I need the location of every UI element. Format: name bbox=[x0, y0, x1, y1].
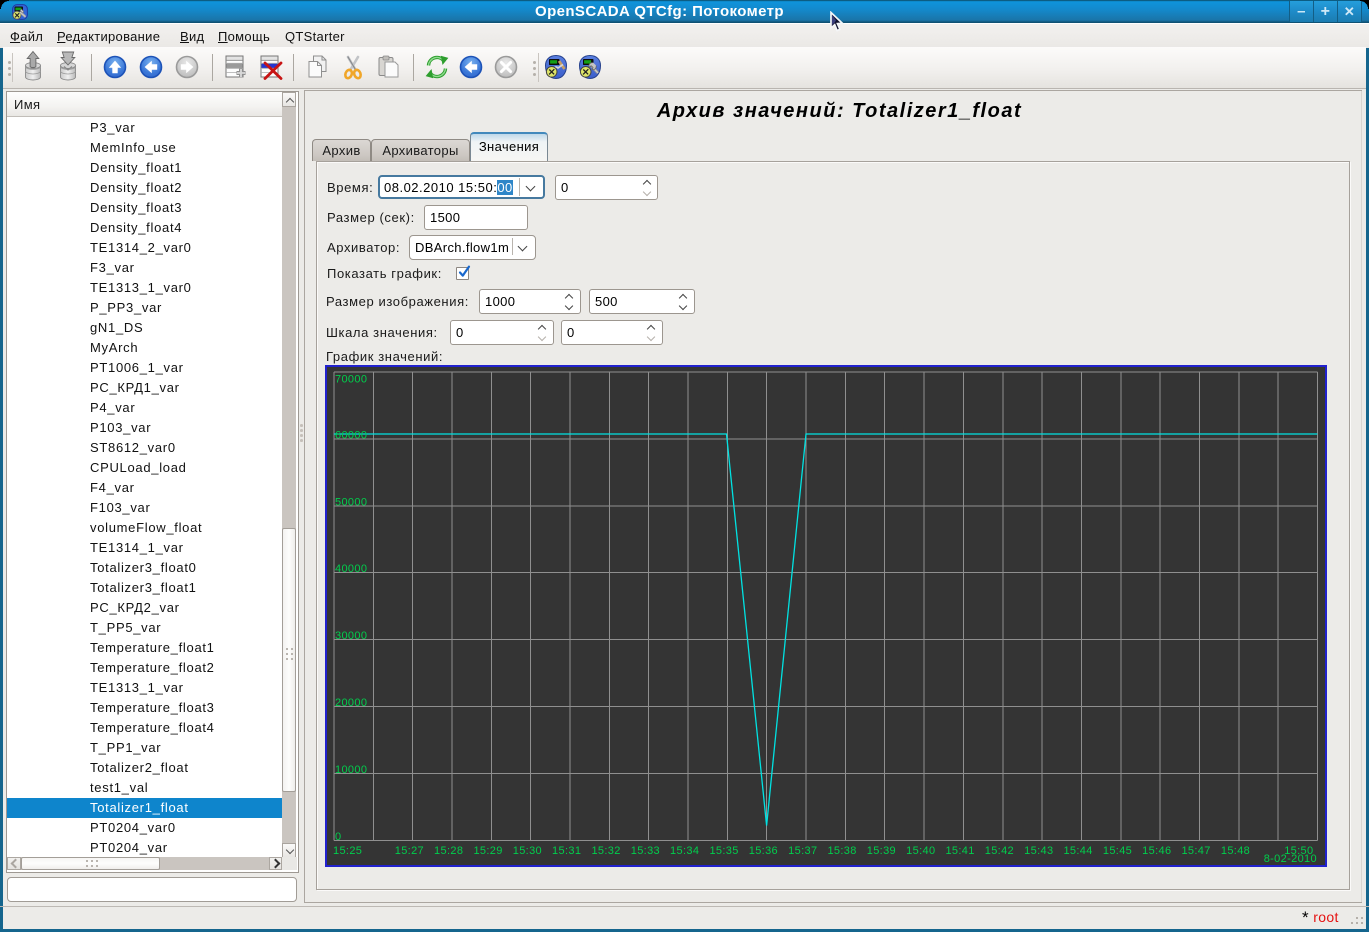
svg-text:15:34: 15:34 bbox=[670, 845, 699, 857]
svg-text:15:44: 15:44 bbox=[1063, 845, 1092, 857]
svg-text:15:31: 15:31 bbox=[552, 845, 581, 857]
svg-text:30000: 30000 bbox=[335, 630, 367, 642]
svg-text:10000: 10000 bbox=[335, 764, 367, 776]
svg-text:15:47: 15:47 bbox=[1181, 845, 1210, 857]
svg-text:15:45: 15:45 bbox=[1103, 845, 1132, 857]
svg-text:15:25: 15:25 bbox=[333, 845, 362, 857]
svg-text:15:36: 15:36 bbox=[749, 845, 778, 857]
svg-text:15:41: 15:41 bbox=[945, 845, 974, 857]
svg-text:40000: 40000 bbox=[335, 563, 367, 575]
svg-text:20000: 20000 bbox=[335, 697, 367, 709]
svg-text:15:28: 15:28 bbox=[434, 845, 463, 857]
svg-text:15:39: 15:39 bbox=[867, 845, 896, 857]
svg-text:15:37: 15:37 bbox=[788, 845, 817, 857]
svg-text:60000: 60000 bbox=[335, 429, 367, 441]
svg-text:15:35: 15:35 bbox=[709, 845, 738, 857]
svg-text:15:38: 15:38 bbox=[827, 845, 856, 857]
svg-text:8-02-2010: 8-02-2010 bbox=[1264, 853, 1317, 865]
svg-text:15:27: 15:27 bbox=[395, 845, 424, 857]
svg-text:15:33: 15:33 bbox=[631, 845, 660, 857]
svg-text:50000: 50000 bbox=[335, 496, 367, 508]
svg-text:15:32: 15:32 bbox=[591, 845, 620, 857]
svg-text:15:30: 15:30 bbox=[513, 845, 542, 857]
svg-text:15:29: 15:29 bbox=[473, 845, 502, 857]
svg-text:15:40: 15:40 bbox=[906, 845, 935, 857]
svg-text:15:42: 15:42 bbox=[985, 845, 1014, 857]
svg-text:15:43: 15:43 bbox=[1024, 845, 1053, 857]
svg-text:15:48: 15:48 bbox=[1221, 845, 1250, 857]
svg-text:15:46: 15:46 bbox=[1142, 845, 1171, 857]
svg-text:0: 0 bbox=[335, 831, 341, 843]
svg-text:70000: 70000 bbox=[335, 374, 367, 386]
